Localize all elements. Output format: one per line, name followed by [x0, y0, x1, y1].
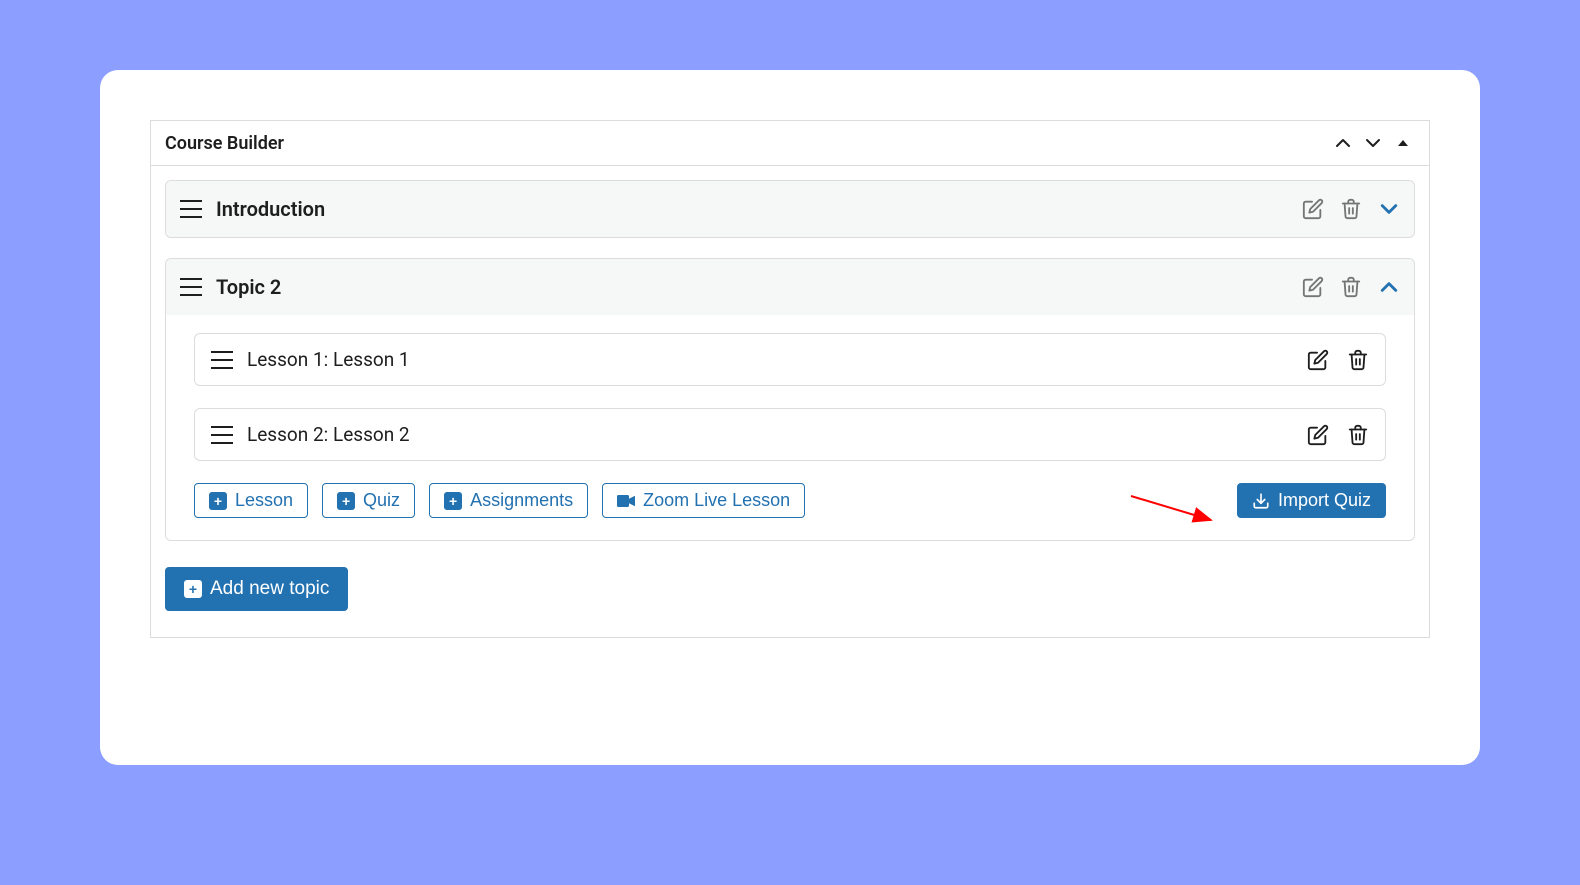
topic-card: Topic 2: [165, 258, 1415, 541]
panel-move-down-icon[interactable]: [1361, 131, 1385, 155]
topic-header[interactable]: Introduction: [166, 181, 1414, 237]
add-new-topic-button[interactable]: + Add new topic: [165, 567, 348, 611]
button-label: Zoom Live Lesson: [643, 490, 790, 511]
arrow-annotation-icon: [1129, 492, 1219, 526]
button-label: Lesson: [235, 490, 293, 511]
chevron-down-icon[interactable]: [1378, 198, 1400, 220]
lesson-actions: [1307, 424, 1369, 446]
trash-icon[interactable]: [1340, 198, 1362, 220]
import-quiz-button[interactable]: Import Quiz: [1237, 483, 1386, 518]
video-camera-icon: [617, 494, 635, 508]
trash-icon[interactable]: [1340, 276, 1362, 298]
panel-title: Course Builder: [165, 133, 284, 154]
lesson-row[interactable]: Lesson 2: Lesson 2: [194, 408, 1386, 461]
lesson-label: Lesson 2: Lesson 2: [247, 423, 1293, 446]
lesson-row[interactable]: Lesson 1: Lesson 1: [194, 333, 1386, 386]
topic-actions: [1302, 276, 1400, 298]
lesson-actions: [1307, 349, 1369, 371]
plus-icon: +: [444, 492, 462, 510]
edit-icon[interactable]: [1307, 424, 1329, 446]
drag-handle-icon[interactable]: [180, 200, 202, 218]
topic-title: Introduction: [216, 197, 1288, 221]
topic-title: Topic 2: [216, 275, 1288, 299]
chevron-up-icon[interactable]: [1378, 276, 1400, 298]
button-label: Quiz: [363, 490, 400, 511]
lesson-label: Lesson 1: Lesson 1: [247, 348, 1293, 371]
panel-header: Course Builder: [151, 121, 1429, 166]
button-label: Import Quiz: [1278, 490, 1371, 511]
add-zoom-lesson-button[interactable]: Zoom Live Lesson: [602, 483, 805, 518]
button-label: Assignments: [470, 490, 573, 511]
trash-icon[interactable]: [1347, 424, 1369, 446]
drag-handle-icon[interactable]: [211, 426, 233, 444]
add-assignments-button[interactable]: + Assignments: [429, 483, 588, 518]
plus-icon: +: [337, 492, 355, 510]
panel-header-actions: [1331, 131, 1415, 155]
add-lesson-button[interactable]: + Lesson: [194, 483, 308, 518]
edit-icon[interactable]: [1302, 198, 1324, 220]
spacer: [819, 500, 1223, 501]
topic-body: Lesson 1: Lesson 1 Lesson 2: Les: [166, 315, 1414, 540]
drag-handle-icon[interactable]: [211, 351, 233, 369]
content-buttons-row: + Lesson + Quiz + Assignments: [194, 483, 1386, 518]
add-quiz-button[interactable]: + Quiz: [322, 483, 415, 518]
panel-body: Introduction: [151, 166, 1429, 637]
topic-card: Introduction: [165, 180, 1415, 238]
add-topic-container: + Add new topic: [165, 561, 1415, 623]
trash-icon[interactable]: [1347, 349, 1369, 371]
panel-move-up-icon[interactable]: [1331, 131, 1355, 155]
edit-icon[interactable]: [1302, 276, 1324, 298]
panel-toggle-icon[interactable]: [1391, 131, 1415, 155]
button-label: Add new topic: [210, 578, 329, 600]
plus-icon: +: [184, 580, 202, 598]
card-container: Course Builder Introduction: [100, 70, 1480, 765]
course-builder-panel: Course Builder Introduction: [150, 120, 1430, 638]
edit-icon[interactable]: [1307, 349, 1329, 371]
plus-icon: +: [209, 492, 227, 510]
download-icon: [1252, 492, 1270, 510]
drag-handle-icon[interactable]: [180, 278, 202, 296]
topic-header[interactable]: Topic 2: [166, 259, 1414, 315]
topic-actions: [1302, 198, 1400, 220]
